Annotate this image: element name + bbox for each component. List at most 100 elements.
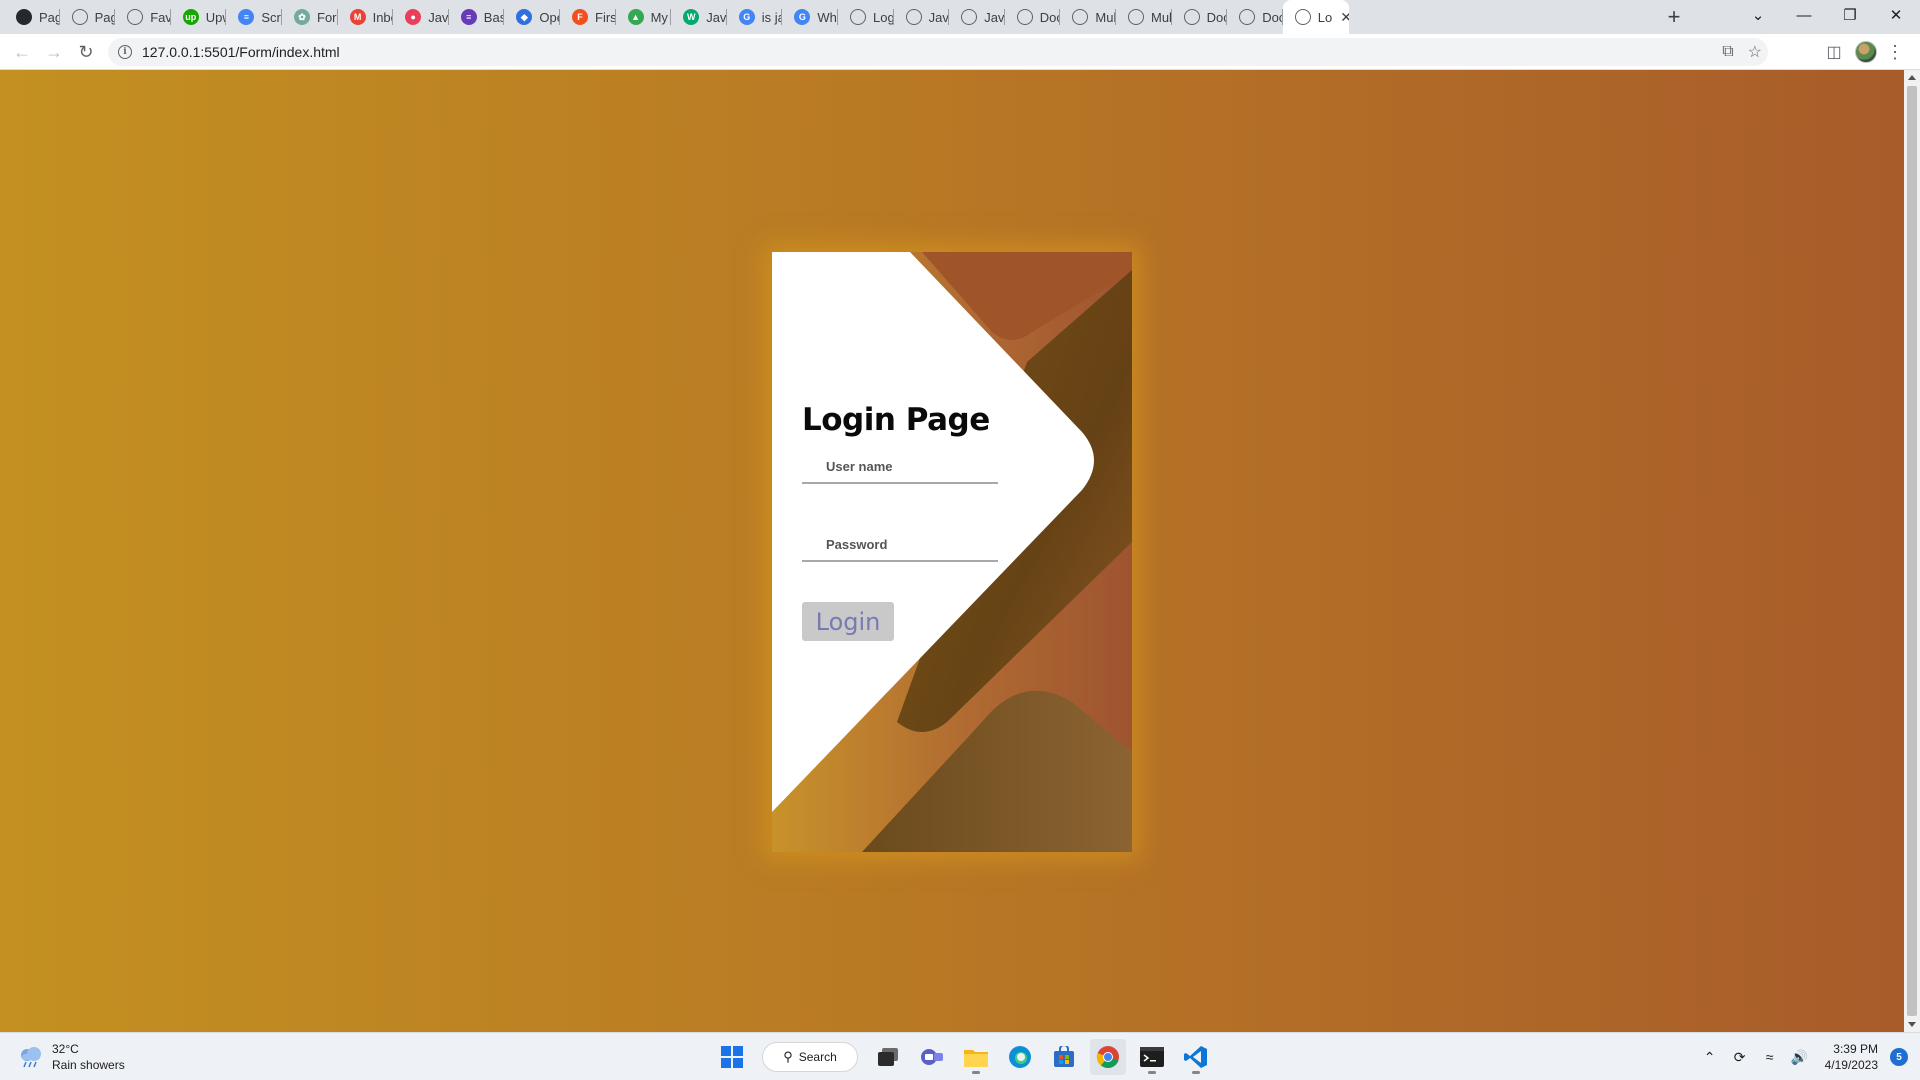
clock-time: 3:39 PM	[1833, 1042, 1878, 1056]
chatgpt-icon: ✿	[294, 9, 310, 25]
browser-tab[interactable]: ▲ My D	[616, 0, 672, 34]
tab-label: Favip	[150, 9, 171, 25]
browser-tab[interactable]: ● JavaS	[393, 0, 449, 34]
scrollbar-thumb[interactable]	[1907, 86, 1917, 1016]
google-icon: G	[794, 9, 811, 25]
browser-tab[interactable]: M Inbox	[338, 0, 394, 34]
browser-toolbar: ← → ↻ i 127.0.0.1:5501/Form/index.html ⧉…	[0, 34, 1920, 70]
taskbar-apps: ⚲ Search	[714, 1039, 1214, 1075]
vscode-icon[interactable]	[1178, 1039, 1214, 1075]
browser-tab[interactable]: Javas	[949, 0, 1005, 34]
teams-icon[interactable]	[914, 1039, 950, 1075]
weather-description: Rain showers	[52, 1058, 125, 1072]
url-text[interactable]: 127.0.0.1:5501/Form/index.html	[142, 44, 340, 60]
browser-tab-active[interactable]: Lo ✕	[1282, 0, 1349, 34]
browser-tab[interactable]: Pages	[4, 0, 60, 34]
browser-tab[interactable]: Multi	[1060, 0, 1116, 34]
site-info-icon[interactable]: i	[118, 45, 132, 59]
sync-icon[interactable]: ⟳	[1728, 1045, 1752, 1069]
gmail-icon: M	[349, 9, 366, 25]
wifi-icon[interactable]: ≈	[1758, 1045, 1782, 1069]
browser-tab[interactable]: Docu	[1172, 0, 1228, 34]
browser-tab[interactable]: ✿ For lo	[282, 0, 338, 34]
globe-icon	[1294, 9, 1311, 25]
browser-tab[interactable]: Gis jav	[727, 0, 783, 34]
store-icon[interactable]	[1046, 1039, 1082, 1075]
browser-tab[interactable]: up Upwo	[171, 0, 227, 34]
scroll-down-arrow-icon[interactable]	[1908, 1022, 1916, 1027]
tab-label: Multi	[1095, 9, 1116, 25]
profile-avatar[interactable]	[1852, 38, 1880, 66]
file-explorer-icon[interactable]	[958, 1039, 994, 1075]
browser-tab[interactable]: ◆ Open	[504, 0, 560, 34]
windows-taskbar: 32°C Rain showers ⚲ Search ⌃ ⟳ ≈ 🔊 3:39 …	[0, 1032, 1920, 1080]
windows-start-icon[interactable]	[714, 1039, 750, 1075]
globe-icon	[1016, 9, 1033, 25]
w3schools-icon: W	[683, 9, 700, 25]
browser-tab[interactable]: Javas	[894, 0, 950, 34]
browser-tab[interactable]: ≡ Basic	[449, 0, 505, 34]
address-bar[interactable]: i 127.0.0.1:5501/Form/index.html ⧉ ☆	[108, 38, 1768, 66]
edge-icon[interactable]	[1002, 1039, 1038, 1075]
task-view-icon[interactable]	[870, 1039, 906, 1075]
globe-icon	[1183, 9, 1200, 25]
new-tab-button[interactable]: +	[1660, 3, 1688, 31]
globe-icon	[1128, 9, 1144, 25]
browser-tab[interactable]: Page	[60, 0, 116, 34]
browser-tab[interactable]: Favip	[115, 0, 171, 34]
taskbar-search[interactable]: ⚲ Search	[762, 1042, 858, 1072]
username-field	[802, 450, 998, 484]
back-button[interactable]: ←	[8, 38, 36, 66]
weather-widget[interactable]: 32°C Rain showers	[18, 1041, 125, 1073]
tab-label: Scree	[261, 9, 282, 25]
share-icon[interactable]: ⧉	[1722, 43, 1733, 61]
bookmark-star-icon[interactable]: ☆	[1748, 42, 1762, 62]
chrome-icon[interactable]	[1090, 1039, 1126, 1075]
tab-label: JavaS	[428, 9, 449, 25]
forms-icon: ≡	[460, 9, 477, 25]
globe-icon	[1072, 9, 1089, 25]
javascript-site-icon: ●	[405, 9, 422, 25]
tab-label: Java	[706, 9, 727, 25]
tab-label: Page	[94, 9, 116, 25]
username-input[interactable]	[802, 450, 998, 482]
tab-label: Lo	[1317, 9, 1333, 25]
openai-icon: ◆	[516, 9, 533, 25]
close-window-button[interactable]: ✕	[1868, 0, 1920, 30]
tab-label: Basic	[483, 9, 505, 25]
browser-tab[interactable]: Docu	[1005, 0, 1061, 34]
tab-label: Open	[539, 9, 560, 25]
system-tray: ⌃ ⟳ ≈ 🔊 3:39 PM 4/19/2023 5	[1695, 1033, 1920, 1080]
login-button[interactable]: Login	[802, 602, 894, 641]
globe-icon	[961, 9, 978, 25]
browser-tab[interactable]: G What	[782, 0, 838, 34]
rain-cloud-icon	[21, 1047, 41, 1068]
login-card: Login Page Login	[772, 252, 1132, 852]
browser-tab[interactable]: Multi	[1116, 0, 1172, 34]
side-panel-icon[interactable]: ◫	[1820, 38, 1848, 66]
volume-icon[interactable]: 🔊	[1788, 1045, 1812, 1069]
close-tab-icon[interactable]: ✕	[1340, 9, 1349, 26]
scroll-up-arrow-icon[interactable]	[1908, 75, 1916, 80]
browser-tab[interactable]: W Java	[671, 0, 727, 34]
tab-label: For lo	[317, 9, 338, 25]
globe-icon	[850, 9, 866, 25]
browser-tab[interactable]: Login	[838, 0, 894, 34]
taskbar-clock[interactable]: 3:39 PM 4/19/2023	[1825, 1041, 1878, 1073]
menu-kebab-icon[interactable]: ⋮	[1884, 38, 1906, 66]
chevron-up-icon[interactable]: ⌃	[1698, 1045, 1722, 1069]
weather-temperature: 32°C	[52, 1042, 79, 1056]
notification-badge[interactable]: 5	[1890, 1048, 1908, 1066]
forward-button[interactable]: →	[40, 38, 68, 66]
tab-label: My D	[650, 9, 672, 25]
password-input[interactable]	[802, 528, 998, 560]
browser-tab[interactable]: F First	[560, 0, 616, 34]
page-scrollbar[interactable]	[1904, 70, 1920, 1032]
globe-icon	[1239, 9, 1256, 25]
browser-tab[interactable]: ≡ Scree	[226, 0, 282, 34]
reload-button[interactable]: ↻	[72, 38, 100, 66]
browser-tab[interactable]: Docu	[1227, 0, 1283, 34]
terminal-icon[interactable]	[1134, 1039, 1170, 1075]
tab-label: is jav	[761, 9, 783, 25]
github-icon	[16, 9, 32, 25]
